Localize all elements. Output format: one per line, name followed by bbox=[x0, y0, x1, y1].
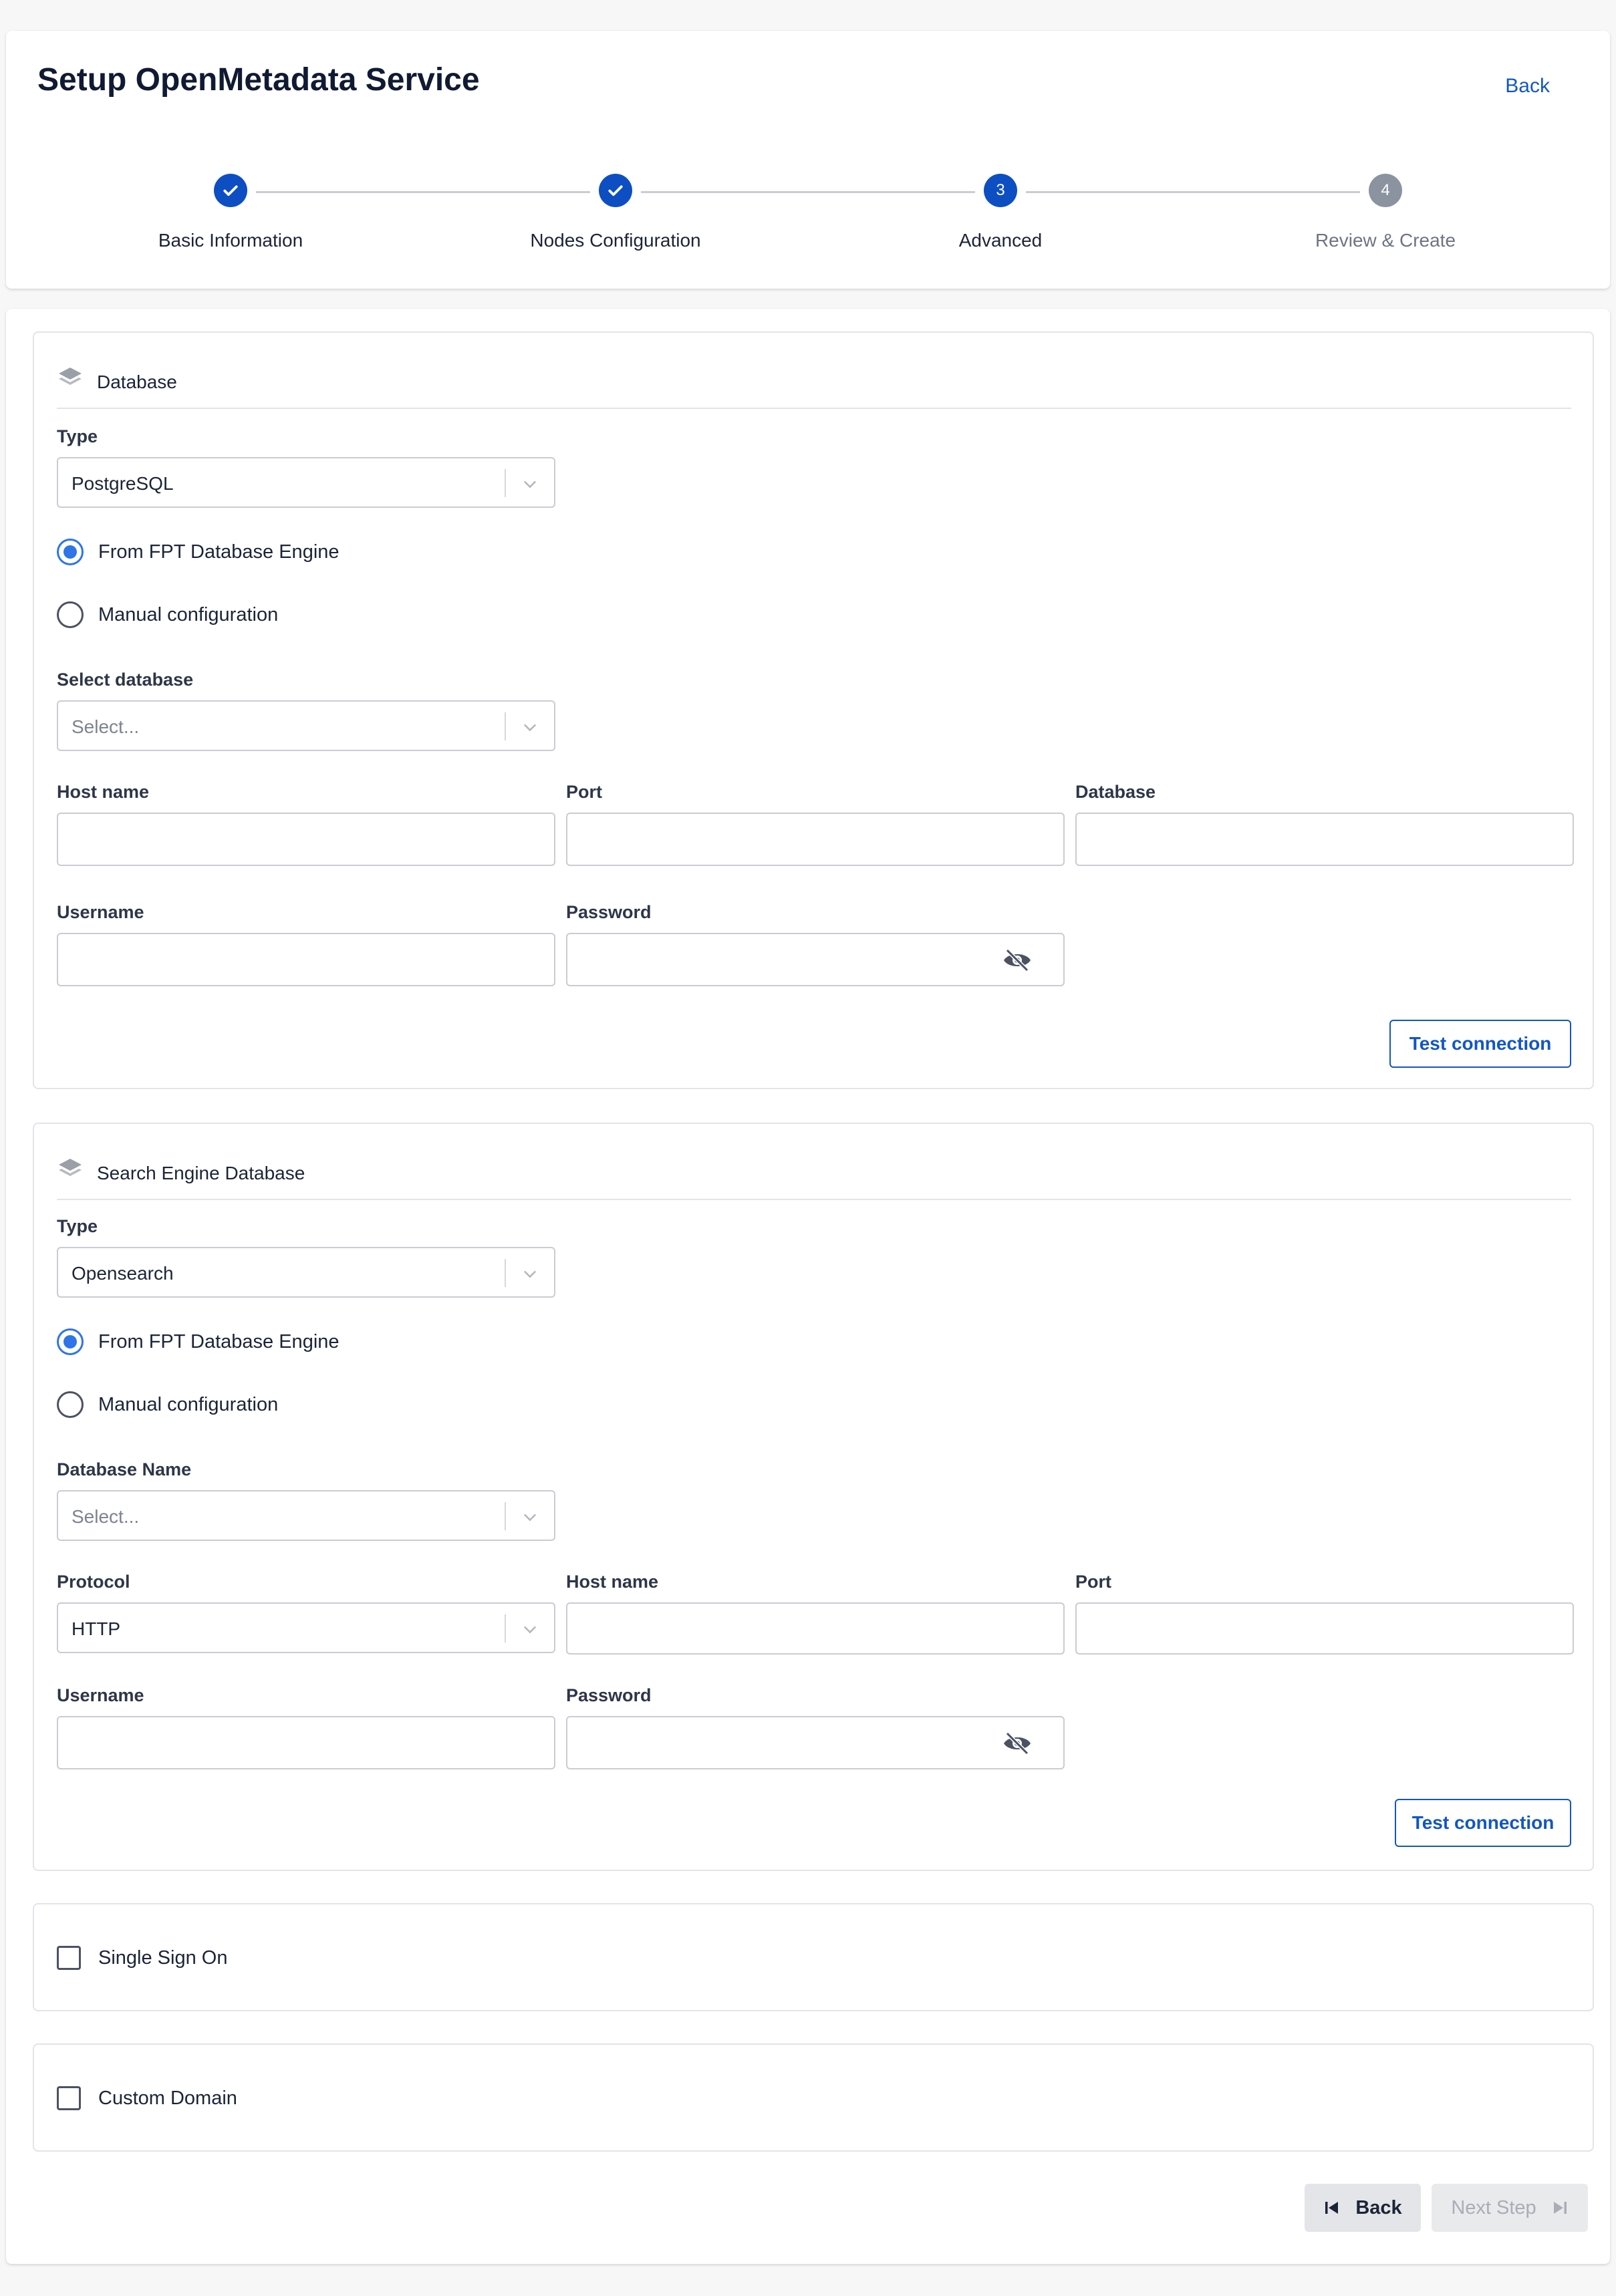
step-1-label: Basic Information bbox=[158, 230, 303, 251]
radio-unselected-icon bbox=[57, 1391, 84, 1418]
search-section-header: Search Engine Database bbox=[57, 1156, 1571, 1200]
search-host-label: Host name bbox=[566, 1572, 659, 1592]
search-radio-engine-label: From FPT Database Engine bbox=[98, 1330, 340, 1352]
database-type-value: PostgreSQL bbox=[72, 473, 174, 494]
db-port-label: Port bbox=[566, 782, 602, 802]
skip-back-icon bbox=[1325, 2202, 1339, 2214]
search-protocol-value: HTTP bbox=[72, 1618, 121, 1639]
select-separator bbox=[505, 712, 506, 740]
search-radio-engine[interactable]: From FPT Database Engine bbox=[57, 1327, 340, 1356]
search-db-name-select[interactable]: Select... bbox=[57, 1490, 555, 1541]
step-4-number: 4 bbox=[1369, 174, 1402, 207]
database-radio-manual-label: Manual configuration bbox=[98, 603, 279, 625]
search-test-connection-button[interactable]: Test connection bbox=[1395, 1799, 1571, 1847]
step-2-label: Nodes Configuration bbox=[530, 230, 701, 251]
chevron-down-icon bbox=[523, 480, 537, 488]
search-host-input[interactable] bbox=[566, 1602, 1065, 1655]
custom-domain-label: Custom Domain bbox=[98, 2087, 237, 2109]
radio-selected-icon bbox=[57, 1328, 84, 1355]
step-connector-2 bbox=[641, 191, 975, 193]
step-connector-1 bbox=[256, 191, 590, 193]
database-radio-manual[interactable]: Manual configuration bbox=[57, 600, 278, 629]
step-3-number: 3 bbox=[984, 174, 1017, 207]
footer-back-label: Back bbox=[1355, 2196, 1402, 2218]
database-section-header: Database bbox=[57, 365, 1571, 409]
database-radio-engine[interactable]: From FPT Database Engine bbox=[57, 537, 340, 567]
footer-next-step-button[interactable]: Next Step bbox=[1432, 2184, 1588, 2232]
search-radio-manual[interactable]: Manual configuration bbox=[57, 1390, 278, 1419]
footer-next-label: Next Step bbox=[1451, 2196, 1536, 2218]
search-username-label: Username bbox=[57, 1685, 144, 1705]
search-type-select[interactable]: Opensearch bbox=[57, 1247, 555, 1298]
search-engine-section: Search Engine Database Type Opensearch F… bbox=[33, 1123, 1594, 1871]
footer-back-button[interactable]: Back bbox=[1305, 2184, 1421, 2232]
chevron-down-icon bbox=[523, 1626, 537, 1634]
stepper: 3 4 Basic Information Nodes Configuratio… bbox=[6, 174, 1610, 261]
db-host-input[interactable] bbox=[57, 813, 555, 866]
custom-domain-section: Custom Domain bbox=[33, 2043, 1594, 2152]
search-port-input[interactable] bbox=[1075, 1602, 1574, 1655]
advanced-form-card: Database Type PostgreSQL From FPT Databa… bbox=[6, 309, 1610, 2264]
chevron-down-icon bbox=[523, 724, 537, 732]
select-separator bbox=[505, 1614, 506, 1642]
search-username-input[interactable] bbox=[57, 1716, 555, 1769]
custom-domain-checkbox-row[interactable]: Custom Domain bbox=[57, 2086, 237, 2110]
select-separator bbox=[505, 1502, 506, 1530]
eye-off-icon[interactable] bbox=[1002, 1729, 1033, 1757]
db-port-input[interactable] bbox=[566, 813, 1065, 866]
step-3-label: Advanced bbox=[958, 230, 1043, 251]
radio-selected-icon bbox=[57, 539, 84, 565]
search-protocol-select[interactable]: HTTP bbox=[57, 1602, 555, 1653]
db-test-connection-button[interactable]: Test connection bbox=[1389, 1020, 1571, 1068]
select-separator bbox=[505, 469, 506, 497]
skip-forward-icon bbox=[1553, 2202, 1567, 2214]
select-database-select[interactable]: Select... bbox=[57, 700, 555, 751]
database-type-select[interactable]: PostgreSQL bbox=[57, 457, 555, 508]
database-radio-engine-label: From FPT Database Engine bbox=[98, 541, 340, 563]
chevron-down-icon bbox=[523, 1270, 537, 1278]
select-database-placeholder: Select... bbox=[72, 716, 140, 737]
search-password-label: Password bbox=[566, 1685, 652, 1705]
radio-unselected-icon bbox=[57, 601, 84, 628]
single-sign-on-checkbox[interactable] bbox=[57, 1946, 81, 1970]
search-port-label: Port bbox=[1075, 1572, 1111, 1592]
search-db-name-label: Database Name bbox=[57, 1459, 192, 1479]
custom-domain-checkbox[interactable] bbox=[57, 2086, 81, 2110]
chevron-down-icon bbox=[523, 1514, 537, 1522]
search-password-input[interactable] bbox=[566, 1716, 1065, 1769]
database-section-title: Database bbox=[97, 372, 177, 392]
setup-header-card: Setup OpenMetadata Service Back 3 4 Basi… bbox=[6, 31, 1610, 289]
search-protocol-label: Protocol bbox=[57, 1572, 130, 1592]
db-host-label: Host name bbox=[57, 782, 150, 802]
db-password-label: Password bbox=[566, 902, 652, 922]
step-2-check-icon bbox=[599, 174, 632, 207]
header-back-link[interactable]: Back bbox=[1505, 75, 1550, 98]
layers-icon bbox=[59, 368, 82, 385]
single-sign-on-checkbox-row[interactable]: Single Sign On bbox=[57, 1946, 227, 1970]
layers-icon bbox=[59, 1159, 82, 1176]
search-section-title: Search Engine Database bbox=[97, 1163, 305, 1183]
db-database-input[interactable] bbox=[1075, 813, 1574, 866]
step-1-check-icon bbox=[214, 174, 247, 207]
step-connector-3 bbox=[1026, 191, 1360, 193]
db-username-label: Username bbox=[57, 902, 144, 922]
database-section: Database Type PostgreSQL From FPT Databa… bbox=[33, 331, 1594, 1089]
step-4-label: Review & Create bbox=[1315, 230, 1456, 251]
search-type-label: Type bbox=[57, 1216, 98, 1236]
select-database-label: Select database bbox=[57, 670, 194, 690]
select-separator bbox=[505, 1259, 506, 1287]
page-title: Setup OpenMetadata Service bbox=[37, 62, 480, 98]
db-password-input[interactable] bbox=[566, 933, 1065, 986]
db-username-input[interactable] bbox=[57, 933, 555, 986]
database-type-label: Type bbox=[57, 426, 98, 446]
eye-off-icon[interactable] bbox=[1002, 946, 1033, 974]
search-radio-manual-label: Manual configuration bbox=[98, 1393, 279, 1415]
single-sign-on-section: Single Sign On bbox=[33, 1903, 1594, 2011]
single-sign-on-label: Single Sign On bbox=[98, 1947, 228, 1969]
db-database-label: Database bbox=[1075, 782, 1156, 802]
search-db-name-placeholder: Select... bbox=[72, 1506, 140, 1527]
search-type-value: Opensearch bbox=[72, 1263, 174, 1284]
